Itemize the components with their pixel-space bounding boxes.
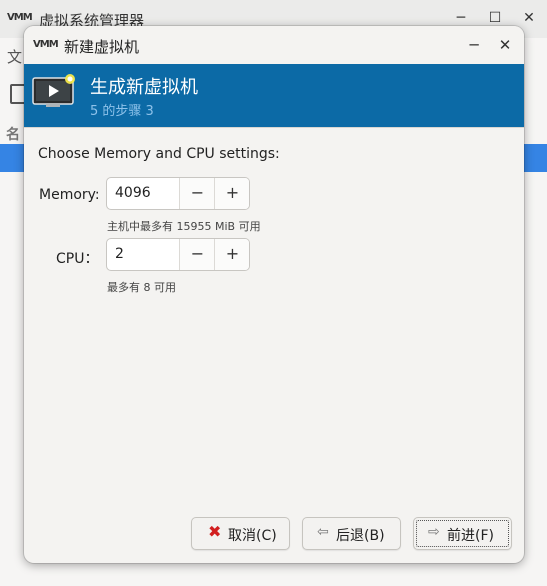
back-button[interactable]: ⇦ 后退(B) xyxy=(302,517,401,550)
back-button-label: 后退(B) xyxy=(336,528,385,544)
memory-label: Memory: xyxy=(39,187,100,203)
menu-file[interactable]: 文 xyxy=(7,46,22,67)
cancel-button-label: 取消(C) xyxy=(228,528,277,544)
column-header-name[interactable]: 名 xyxy=(6,124,20,144)
forward-button-label: 前进(F) xyxy=(447,528,494,544)
memory-input[interactable]: 4096 xyxy=(115,185,151,201)
wizard-content xyxy=(24,127,524,508)
dialog-titlebar: VMM 新建虚拟机 ─ ✕ xyxy=(24,26,524,64)
new-vm-dialog: VMM 新建虚拟机 ─ ✕ 生成新虚拟机 5 的步骤 3 Choose Memo… xyxy=(24,26,524,563)
memory-increment-button[interactable]: + xyxy=(214,178,249,209)
memory-spinbox: 4096 − + xyxy=(106,177,250,210)
cancel-button[interactable]: ✖ 取消(C) xyxy=(191,517,290,550)
close-button[interactable]: ✕ xyxy=(519,8,539,28)
minimize-button[interactable]: ─ xyxy=(451,8,471,28)
forward-button[interactable]: ⇨ 前进(F) xyxy=(413,517,512,550)
cpu-spinbox: 2 − + xyxy=(106,238,250,271)
maximize-button[interactable]: ☐ xyxy=(485,8,505,28)
vm-monitor-icon xyxy=(32,74,75,107)
dialog-close-button[interactable]: ✕ xyxy=(495,35,515,55)
cancel-x-icon: ✖ xyxy=(208,522,222,541)
cpu-hint: 最多有 8 可用 xyxy=(107,281,176,294)
forward-arrow-icon: ⇨ xyxy=(428,524,440,540)
app-logo: VMM xyxy=(7,12,33,23)
cpu-decrement-button[interactable]: − xyxy=(179,239,215,270)
dialog-logo: VMM xyxy=(33,39,59,50)
wizard-banner: 生成新虚拟机 5 的步骤 3 xyxy=(24,64,524,127)
memory-hint: 主机中最多有 15955 MiB 可用 xyxy=(107,220,261,233)
back-arrow-icon: ⇦ xyxy=(317,524,329,540)
dialog-title: 新建虚拟机 xyxy=(64,38,140,56)
memory-decrement-button[interactable]: − xyxy=(179,178,215,209)
dialog-minimize-button[interactable]: ─ xyxy=(464,35,484,55)
banner-title: 生成新虚拟机 xyxy=(90,77,198,98)
cpu-label: CPU： xyxy=(56,251,99,267)
cpu-input[interactable]: 2 xyxy=(115,246,124,262)
step-indicator: 5 的步骤 3 xyxy=(90,104,154,119)
cpu-increment-button[interactable]: + xyxy=(214,239,249,270)
instruction-text: Choose Memory and CPU settings: xyxy=(38,146,280,162)
